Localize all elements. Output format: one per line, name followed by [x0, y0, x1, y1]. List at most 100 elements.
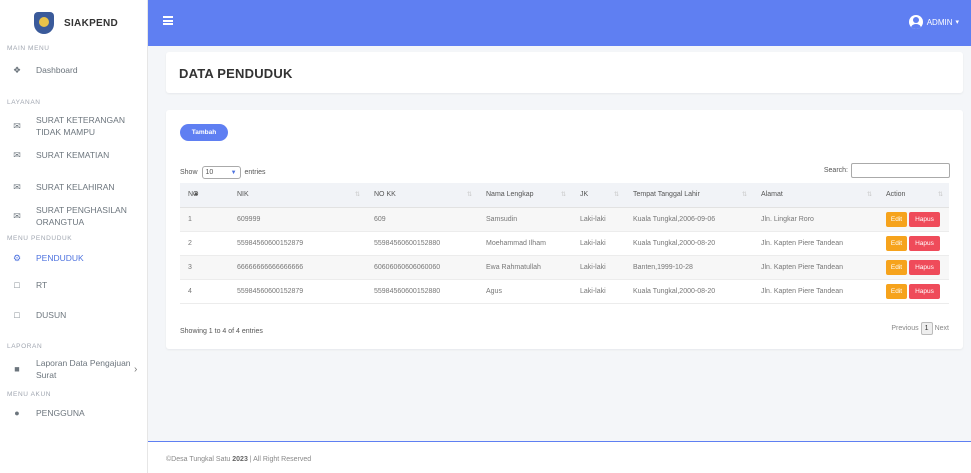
sidebar-heading-menu-penduduk: MENU PENDUDUK	[7, 235, 73, 242]
table-header-row: NO ▲ NIK ⇅ NO KK ⇅ Nama Lengkap ⇅ JK ⇅ Tempat…	[180, 183, 949, 208]
sidebar-item-penduduk[interactable]: ⚙ PENDUDUK	[0, 245, 147, 271]
cell-ttl: Kuala Tungkal,2000-08-20	[625, 279, 753, 304]
cell-nama: Ewa Rahmatullah	[478, 255, 572, 280]
sort-icon: ⇅	[354, 192, 360, 198]
sidebar-heading-layanan: LAYANAN	[7, 99, 41, 106]
sidebar-item-dusun[interactable]: □ DUSUN	[0, 299, 147, 331]
title-card: DATA PENDUDUK	[166, 52, 963, 93]
column-header-no[interactable]: NO ▲	[180, 183, 229, 208]
sidebar-item-label: SURAT KEMATIAN	[36, 150, 110, 160]
add-button[interactable]: Tambah	[180, 124, 228, 141]
cell-jk: Laki-laki	[572, 279, 625, 304]
cell-nik: 55984560600152879	[229, 231, 366, 256]
cell-jk: Laki-laki	[572, 255, 625, 280]
sidebar-item-label: SURAT KETERANGAN TIDAK MAMPU	[36, 115, 125, 137]
pagination-page-1[interactable]: 1	[920, 322, 933, 335]
delete-button[interactable]: Hapus	[909, 235, 940, 251]
cell-nokk: 609	[366, 207, 478, 232]
sidebar-item-dashboard[interactable]: ❖ Dashboard	[0, 55, 147, 85]
table-info: Showing 1 to 4 of 4 entries	[180, 328, 263, 335]
cell-jk: Laki-laki	[572, 231, 625, 256]
column-header-jk[interactable]: JK ⇅	[572, 183, 625, 208]
brand-logo	[34, 12, 54, 34]
edit-button[interactable]: Edit	[886, 283, 907, 299]
sidebar-item-label: SURAT PENGHASILAN ORANGTUA	[36, 205, 127, 227]
column-header-nokk[interactable]: NO KK ⇅	[366, 183, 478, 208]
sidebar-item-label: DUSUN	[36, 310, 67, 320]
delete-button[interactable]: Hapus	[909, 211, 940, 227]
cell-no: 1	[180, 207, 229, 232]
sort-icon: ⇅	[613, 192, 619, 198]
pagination-next[interactable]: Next	[935, 325, 949, 332]
search-label: Search:	[823, 167, 848, 174]
sidebar-heading-main-menu: MAIN MENU	[7, 45, 50, 52]
column-header-nik[interactable]: NIK ⇅	[229, 183, 366, 208]
user-avatar-icon	[908, 15, 923, 29]
column-header-action[interactable]: Action ⇅	[878, 183, 949, 208]
column-header-nama[interactable]: Nama Lengkap ⇅	[478, 183, 572, 208]
sidebar-item-surat-kematian[interactable]: ✉ SURAT KEMATIAN	[0, 143, 147, 167]
sidebar-item-label: Laporan Data Pengajuan Surat	[36, 358, 131, 380]
hamburger-menu-icon[interactable]	[163, 16, 173, 25]
footer-year: 2023	[232, 456, 248, 463]
show-label: Show	[180, 169, 198, 176]
page-title: DATA PENDUDUK	[179, 66, 293, 81]
home-icon: ❖	[12, 64, 22, 75]
table-row: 4 55984560600152879 55984560600152880 Ag…	[180, 279, 949, 304]
column-header-ttl[interactable]: Tempat Tanggal Lahir ⇅	[625, 183, 753, 208]
entries-length-control: Show 10 ▼ entries	[180, 166, 266, 179]
pagination-previous[interactable]: Previous	[891, 325, 918, 332]
delete-button[interactable]: Hapus	[909, 283, 940, 299]
sidebar-heading-laporan: LAPORAN	[7, 343, 43, 350]
users-icon: ⚙	[12, 252, 22, 263]
cell-nama: Agus	[478, 279, 572, 304]
brand-name: SIAKPEND	[64, 17, 119, 29]
sidebar-item-laporan[interactable]: ■ Laporan Data Pengajuan Surat ›	[0, 353, 147, 385]
sidebar-item-pengguna[interactable]: ● PENGGUNA	[0, 401, 147, 425]
caret-down-icon: ▾	[955, 19, 959, 26]
user-menu[interactable]: ADMIN ▾	[908, 15, 959, 29]
cell-nik: 66666666666666666	[229, 255, 366, 280]
sidebar-item-surat-kelahiran[interactable]: ✉ SURAT KELAHIRAN	[0, 173, 147, 201]
sidebar-item-label: SURAT KELAHIRAN	[36, 182, 115, 192]
cell-alamat: Jln. Kapten Piere Tandean	[753, 255, 878, 280]
cell-ttl: Banten,1999-10-28	[625, 255, 753, 280]
footer-text: ©Desa Tungkal Satu 2023 | All Right Rese…	[166, 456, 312, 463]
cell-nik: 609999	[229, 207, 366, 232]
user-icon: ●	[14, 408, 20, 418]
sidebar-item-sktm[interactable]: ✉ SURAT KETERANGAN TIDAK MAMPU	[0, 109, 147, 143]
sort-icon: ⇅	[866, 192, 872, 198]
edit-button[interactable]: Edit	[886, 235, 907, 251]
sort-icon: ⇅	[741, 192, 747, 198]
cell-nokk: 60606060606060060	[366, 255, 478, 280]
table-row: 1 609999 609 Samsudin Laki-laki Kuala Tu…	[180, 207, 949, 232]
delete-button[interactable]: Hapus	[909, 259, 940, 275]
search-input[interactable]	[851, 163, 950, 178]
cell-alamat: Jln. Lingkar Roro	[753, 207, 878, 232]
envelope-icon: ✉	[13, 181, 21, 192]
cell-action: Edit Hapus	[878, 207, 949, 232]
sidebar-item-label: Dashboard	[36, 65, 78, 75]
cell-action: Edit Hapus	[878, 255, 949, 280]
edit-button[interactable]: Edit	[886, 211, 907, 227]
cell-alamat: Jln. Kapten Piere Tandean	[753, 279, 878, 304]
brand[interactable]: SIAKPEND	[0, 0, 147, 46]
entries-select[interactable]: 10 ▼	[201, 166, 241, 179]
footer: ©Desa Tungkal Satu 2023 | All Right Rese…	[148, 441, 971, 473]
topbar: ADMIN ▾	[148, 0, 971, 46]
cell-action: Edit Hapus	[878, 231, 949, 256]
edit-button[interactable]: Edit	[886, 259, 907, 275]
sidebar-item-surat-penghasilan[interactable]: ✉ SURAT PENGHASILAN ORANGTUA	[0, 201, 147, 231]
cell-ttl: Kuala Tungkal,2006-09-06	[625, 207, 753, 232]
square-icon: □	[14, 280, 20, 290]
column-header-alamat[interactable]: Alamat ⇅	[753, 183, 878, 208]
cell-jk: Laki-laki	[572, 207, 625, 232]
sidebar-item-rt[interactable]: □ RT	[0, 271, 147, 299]
sidebar-heading-menu-akun: MENU AKUN	[7, 391, 52, 398]
sidebar-item-label: PENGGUNA	[36, 408, 85, 418]
cell-nama: Moehammad Ilham	[478, 231, 572, 256]
table-row: 3 66666666666666666 60606060606060060 Ew…	[180, 255, 949, 280]
user-name: ADMIN	[926, 17, 953, 27]
search-control: Search:	[824, 163, 950, 178]
chevron-right-icon: ›	[134, 363, 138, 375]
